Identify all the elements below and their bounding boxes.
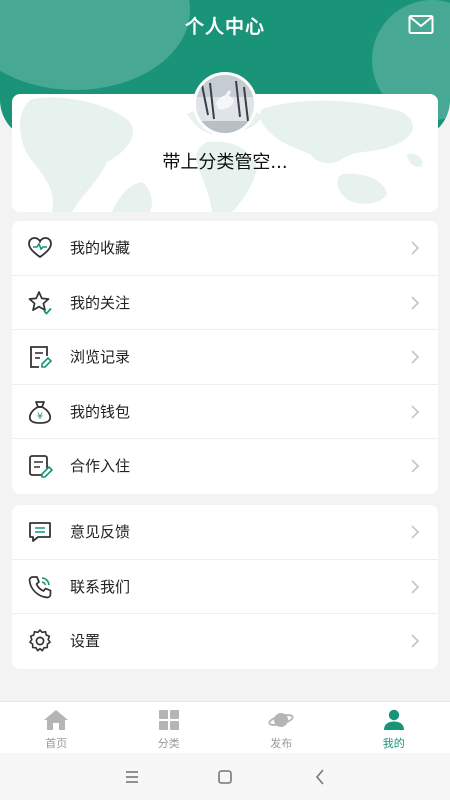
chevron-right-icon bbox=[411, 579, 420, 594]
menu-group-primary: 我的收藏 我的关注 浏览记录 ¥ 我的钱包 合作入住 bbox=[12, 221, 438, 494]
menu-item-feedback[interactable]: 意见反馈 bbox=[12, 505, 438, 560]
menu-item-label: 我的收藏 bbox=[70, 239, 131, 257]
menu-item-favorites[interactable]: 我的收藏 bbox=[12, 221, 438, 276]
avatar[interactable] bbox=[193, 72, 257, 136]
menu-item-label: 我的钱包 bbox=[70, 402, 131, 421]
menu-item-label: 设置 bbox=[70, 632, 101, 651]
tab-home[interactable]: 首页 bbox=[0, 702, 113, 753]
menu-item-following[interactable]: 我的关注 bbox=[12, 276, 438, 331]
menu-item-contact[interactable]: 联系我们 bbox=[12, 560, 438, 615]
menu-group-secondary: 意见反馈 联系我们 设置 bbox=[12, 505, 438, 669]
menu-item-label: 意见反馈 bbox=[70, 523, 131, 541]
svg-text:¥: ¥ bbox=[37, 412, 43, 422]
back-chevron-icon[interactable] bbox=[310, 767, 330, 787]
user-icon bbox=[383, 709, 404, 730]
menu-item-label: 浏览记录 bbox=[70, 348, 131, 367]
tab-label: 分类 bbox=[157, 737, 180, 750]
gear-icon bbox=[29, 629, 51, 652]
mail-icon[interactable] bbox=[408, 14, 434, 36]
chevron-right-icon bbox=[411, 295, 420, 310]
menu-item-history[interactable]: 浏览记录 bbox=[12, 330, 438, 385]
chevron-right-icon bbox=[411, 459, 420, 474]
menu-icon[interactable] bbox=[122, 767, 142, 787]
document-edit-icon bbox=[30, 346, 53, 369]
tab-label: 首页 bbox=[45, 737, 68, 750]
bottom-tab-bar: 首页 分类 发布 我的 bbox=[0, 701, 450, 753]
star-check-icon bbox=[28, 290, 52, 315]
tab-mine[interactable]: 我的 bbox=[338, 702, 450, 753]
grid-icon bbox=[158, 710, 179, 730]
heart-pulse-icon bbox=[28, 237, 52, 259]
menu-item-label: 我的关注 bbox=[70, 293, 131, 312]
system-nav-bar bbox=[0, 753, 450, 800]
menu-item-label: 合作入住 bbox=[70, 457, 131, 476]
tab-category[interactable]: 分类 bbox=[113, 702, 226, 753]
phone-icon bbox=[28, 575, 52, 598]
chevron-right-icon bbox=[411, 350, 420, 364]
chevron-right-icon bbox=[411, 405, 420, 419]
chat-bubble-icon bbox=[29, 522, 51, 542]
menu-item-settings[interactable]: 设置 bbox=[12, 614, 438, 669]
chevron-right-icon bbox=[411, 241, 420, 255]
square-icon[interactable] bbox=[215, 767, 235, 787]
avatar-photo bbox=[196, 75, 254, 133]
menu-item-label: 联系我们 bbox=[70, 577, 131, 596]
planet-icon bbox=[268, 713, 294, 727]
home-icon bbox=[44, 710, 69, 730]
page-title: 个人中心 bbox=[184, 16, 265, 38]
menu-item-cooperation[interactable]: 合作入住 bbox=[12, 439, 438, 494]
username[interactable]: 带上分类管空... bbox=[0, 148, 450, 174]
tab-label: 发布 bbox=[270, 737, 293, 750]
menu-item-wallet[interactable]: ¥ 我的钱包 bbox=[12, 385, 438, 440]
chevron-right-icon bbox=[411, 634, 420, 648]
note-pencil-icon bbox=[29, 455, 53, 479]
tab-label: 我的 bbox=[382, 737, 405, 750]
chevron-right-icon bbox=[411, 525, 420, 539]
tab-publish[interactable]: 发布 bbox=[225, 702, 338, 753]
money-bag-icon: ¥ bbox=[28, 400, 52, 424]
